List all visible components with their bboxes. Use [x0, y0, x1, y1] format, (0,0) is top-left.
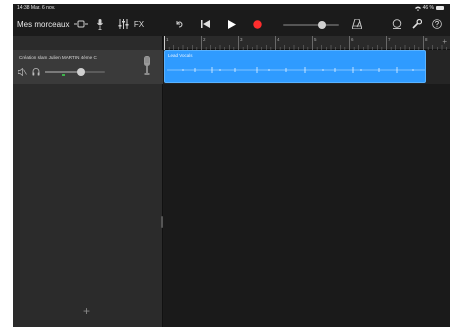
rewind-icon[interactable]: [199, 17, 211, 31]
volume-knob[interactable]: [77, 68, 85, 76]
audio-region[interactable]: Lead Vocals: [164, 50, 426, 83]
track-name: Création slam Julien MARTIN 4ème C: [19, 55, 97, 60]
timeline: 1 2 3 4 5 6 7 8 + Lead Vocals: [164, 36, 450, 327]
ruler-bar-5: 5: [314, 37, 317, 42]
track-headers-panel: Création slam Julien MARTIN 4ème C +: [13, 36, 163, 327]
undo-icon[interactable]: [173, 17, 185, 31]
status-indicators: 46 %: [414, 5, 444, 11]
my-songs-button[interactable]: Mes morceaux: [17, 17, 69, 31]
ruler-bar-4: 4: [277, 37, 280, 42]
fx-button[interactable]: FX: [133, 17, 145, 31]
play-icon[interactable]: [225, 17, 237, 31]
metronome-icon[interactable]: [351, 17, 363, 31]
tempo-slider-knob[interactable]: [318, 21, 326, 29]
panel-resize-handle[interactable]: [161, 216, 163, 228]
battery-icon: [436, 6, 444, 10]
track-header[interactable]: Création slam Julien MARTIN 4ème C: [13, 50, 163, 84]
ruler-bar-7: 7: [388, 37, 391, 42]
region-waveform: [167, 67, 425, 73]
ruler-bar-2: 2: [203, 37, 206, 42]
tempo-slider[interactable]: [283, 21, 339, 29]
mixer-icon[interactable]: [117, 17, 129, 31]
ruler-bar-1: 1: [166, 37, 169, 42]
battery-percent: 46 %: [422, 5, 434, 11]
ruler-ticks: [164, 36, 447, 50]
ruler[interactable]: 1 2 3 4 5 6 7 8 +: [164, 36, 450, 50]
mic-icon[interactable]: [95, 17, 105, 31]
add-track-button[interactable]: +: [83, 304, 90, 318]
ruler-bar-6: 6: [351, 37, 354, 42]
help-icon[interactable]: [431, 17, 443, 31]
loop-icon[interactable]: [391, 17, 403, 31]
track-mic-icon: [143, 56, 151, 81]
toolbar: Mes morceaux FX: [13, 12, 450, 36]
garageband-window: 14:38 Mar. 6 nov. 46 % Mes morceaux FX C…: [13, 4, 450, 327]
record-icon[interactable]: [251, 17, 263, 31]
status-time: 14:38 Mar. 6 nov.: [17, 5, 56, 11]
status-bar: 14:38 Mar. 6 nov. 46 %: [13, 4, 450, 12]
headphones-icon[interactable]: [32, 68, 40, 76]
level-meter: [62, 74, 65, 76]
add-section-button[interactable]: +: [442, 37, 447, 46]
ruler-bar-3: 3: [240, 37, 243, 42]
mute-icon[interactable]: [18, 68, 27, 76]
volume-level: [45, 71, 81, 73]
browser-icon[interactable]: [73, 17, 89, 31]
volume-slider[interactable]: [45, 68, 105, 76]
wifi-icon: [414, 6, 421, 11]
playhead[interactable]: [164, 36, 165, 50]
ruler-bar-8: 8: [425, 37, 428, 42]
wrench-icon[interactable]: [411, 17, 423, 31]
